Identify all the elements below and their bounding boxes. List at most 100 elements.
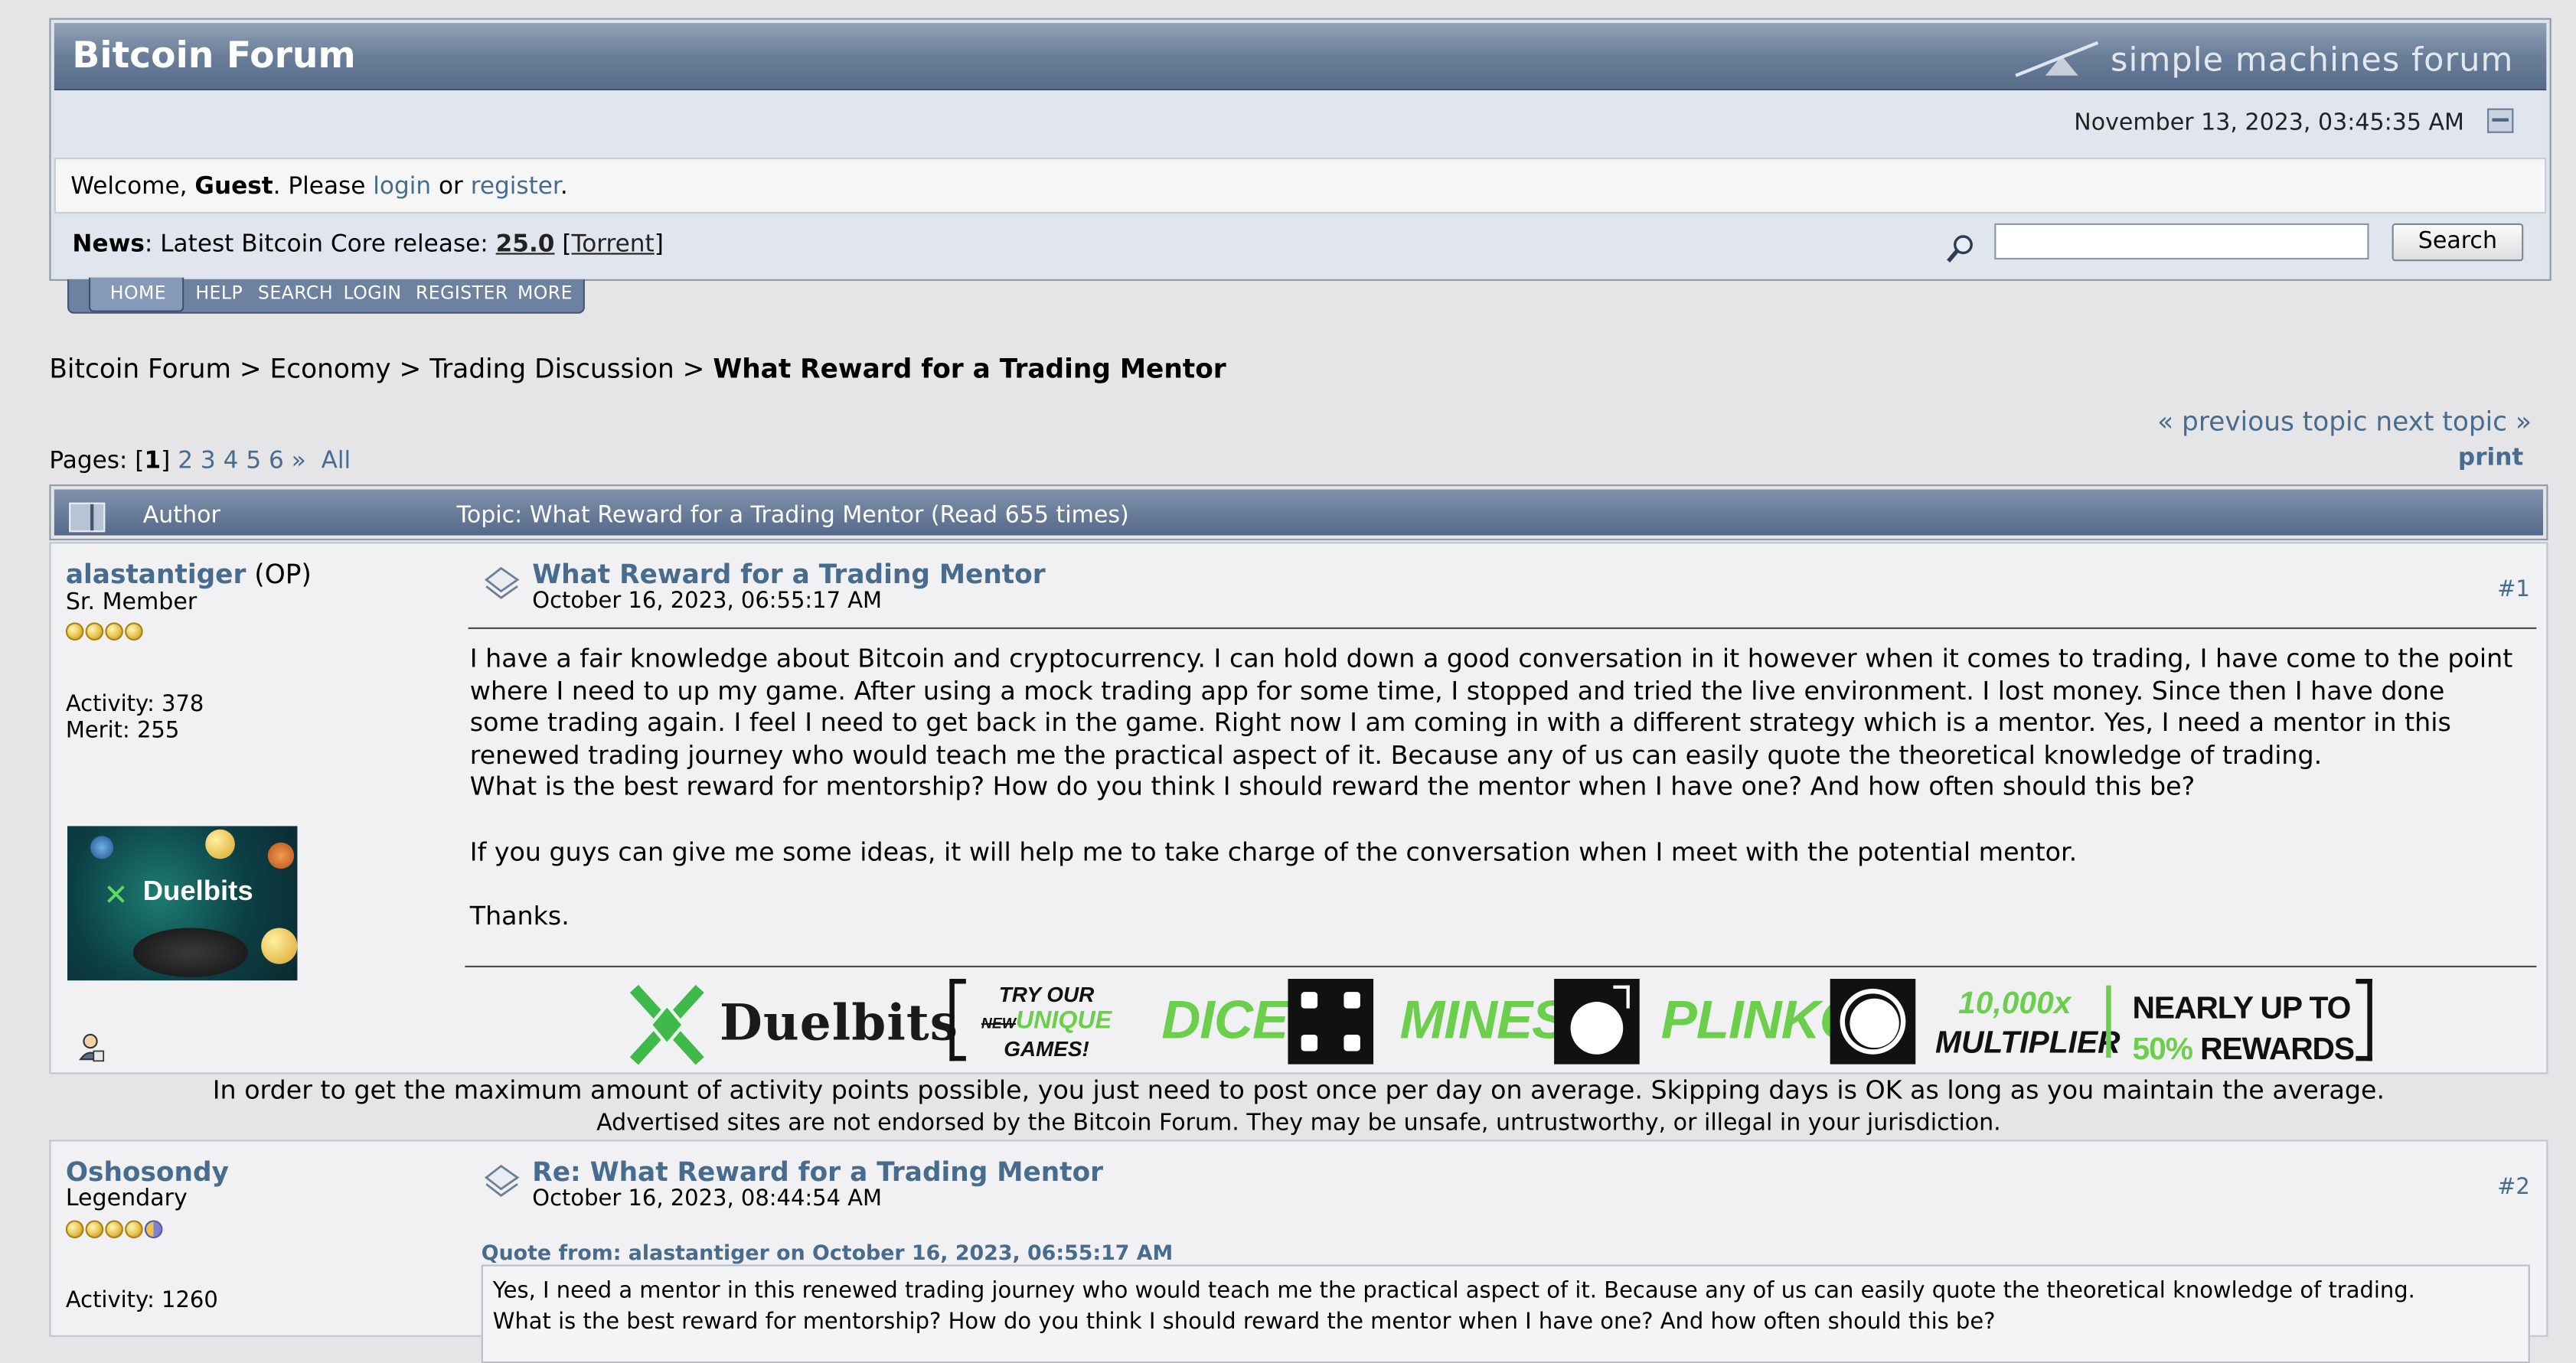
username-link[interactable]: Oshosondy	[66, 1156, 229, 1188]
banner-dice: DICE	[1161, 988, 1288, 1050]
post-date: October 16, 2023, 08:44:54 AM	[532, 1185, 883, 1212]
core-release-link[interactable]: 25.0	[496, 232, 555, 258]
author-column-label: Author	[142, 502, 220, 530]
star-icon	[105, 622, 123, 641]
page-link[interactable]: 2	[178, 448, 193, 474]
current-datetime: November 13, 2023, 03:45:35 AM	[2074, 109, 2464, 137]
news-text: News: Latest Bitcoin Core release: 25.0 …	[72, 231, 664, 258]
current-page: 1	[144, 448, 162, 475]
banner-tagline: TRY OUR NEWUNIQUE GAMES!	[981, 982, 1112, 1061]
breadcrumb-trading[interactable]: Trading Discussion	[429, 353, 674, 384]
welcome-row: Welcome, Guest. Please login or register…	[54, 158, 2547, 214]
page-link[interactable]: 4	[224, 448, 239, 474]
post-body: I have a fair knowledge about Bitcoin an…	[469, 644, 2513, 931]
topic-header-bar: Author Topic: What Reward for a Trading …	[49, 484, 2548, 541]
duelbits-logo-icon	[629, 984, 704, 1065]
post-date: October 16, 2023, 06:55:17 AM	[532, 588, 883, 615]
menu-help[interactable]: HELP	[195, 282, 243, 304]
next-topic-link[interactable]: next topic »	[2375, 406, 2532, 437]
smf-logo-icon	[2015, 41, 2099, 77]
post-icon	[484, 566, 520, 599]
dice-icon	[1288, 979, 1374, 1065]
menu-home[interactable]: HOME	[110, 282, 166, 304]
breadcrumb: Bitcoin Forum > Economy > Trading Discus…	[49, 353, 1226, 385]
member-rank: Legendary	[65, 1185, 188, 1212]
star-icon	[65, 1220, 84, 1239]
print-link[interactable]: print	[2458, 445, 2523, 471]
rank-stars	[65, 1215, 165, 1245]
search-input[interactable]	[1994, 223, 2369, 260]
search-icon	[1947, 235, 1973, 262]
banner-brand: Duelbits	[719, 995, 959, 1053]
menu-login[interactable]: LOGIN	[344, 282, 402, 304]
topic-title-label: Topic: What Reward for a Trading Mentor …	[456, 502, 1129, 530]
torrent-link[interactable]: Torrent	[572, 232, 655, 258]
coin-icon	[205, 829, 235, 859]
activity-count: Activity: 378	[65, 691, 204, 718]
rank-stars	[65, 618, 145, 647]
breadcrumb-current[interactable]: What Reward for a Trading Mentor	[713, 353, 1226, 384]
date-row: November 13, 2023, 03:45:35 AM	[54, 92, 2547, 158]
post-number-link[interactable]: #2	[2497, 1174, 2530, 1200]
signature-banner[interactable]: Duelbits TRY OUR NEWUNIQUE GAMES! DICE M…	[628, 979, 2385, 1074]
coin-icon	[267, 842, 295, 869]
forum-header: Bitcoin Forum simple machines forum Nove…	[49, 18, 2552, 281]
coin-icon	[261, 928, 298, 964]
quote-header-link[interactable]: Quote from: alastantiger on October 16, …	[482, 1240, 1173, 1264]
star-icon	[105, 1220, 123, 1239]
plinko-ball-icon	[1830, 979, 1916, 1065]
post: Oshosondy Legendary Activity: 1260 Re: W…	[49, 1140, 2548, 1363]
menu-register[interactable]: REGISTER	[416, 282, 508, 304]
menu-more[interactable]: MORE	[517, 282, 573, 304]
all-pages-link[interactable]: All	[322, 448, 351, 474]
post-number-link[interactable]: #1	[2497, 576, 2530, 602]
coin-icon	[90, 836, 114, 859]
breadcrumb-economy[interactable]: Economy	[270, 353, 391, 384]
collapse-header-icon[interactable]	[2487, 108, 2514, 133]
menu-search[interactable]: SEARCH	[258, 282, 333, 304]
star-icon	[85, 622, 104, 641]
page-link[interactable]: 5	[246, 448, 261, 474]
breadcrumb-forum[interactable]: Bitcoin Forum	[49, 353, 231, 384]
post-icon	[484, 1164, 520, 1198]
forum-title[interactable]: Bitcoin Forum	[72, 36, 355, 77]
star-icon	[125, 622, 143, 641]
page-link[interactable]: 6	[269, 448, 284, 474]
profile-icon[interactable]	[79, 1033, 105, 1063]
banner-rewards: NEARLY UP TO 50% REWARDS	[2132, 992, 2356, 1068]
avatar-text: Duelbits	[142, 875, 253, 907]
star-icon	[65, 622, 84, 641]
welcome-text: Welcome, Guest. Please login or register…	[70, 174, 568, 201]
news-row: News: Latest Bitcoin Core release: 25.0 …	[54, 217, 2547, 276]
banner-mines: MINES	[1399, 988, 1568, 1050]
roulette-icon	[132, 928, 249, 977]
main-menu: HOME HELP SEARCH LOGIN REGISTER MORE	[67, 277, 585, 314]
smf-brand: simple machines forum	[2111, 39, 2514, 80]
member-rank: Sr. Member	[65, 589, 198, 616]
activity-count: Activity: 1260	[65, 1287, 218, 1314]
search-button[interactable]: Search	[2392, 223, 2524, 262]
next-page-link[interactable]: »	[292, 448, 306, 474]
star-icon	[144, 1220, 163, 1239]
activity-notice: In order to get the maximum amount of ac…	[212, 1075, 2385, 1106]
banner-multiplier: 10,000x MULTIPLIER	[1934, 986, 2121, 1061]
topic-nav: « previous topic next topic »	[2157, 406, 2532, 437]
signature-divider	[465, 965, 2537, 967]
login-link[interactable]: login	[373, 174, 431, 200]
ads-disclaimer: Advertised sites are not endorsed by the…	[596, 1110, 2001, 1137]
mine-icon	[1554, 979, 1640, 1065]
topic-icon	[69, 502, 106, 533]
post-title-link[interactable]: What Reward for a Trading Mentor	[532, 559, 1045, 590]
avatar: ✕ Duelbits	[67, 826, 298, 981]
page: Bitcoin Forum simple machines forum Nove…	[0, 0, 2576, 1363]
register-link[interactable]: register	[471, 174, 560, 200]
username-link[interactable]: alastantiger	[66, 559, 246, 590]
star-icon	[125, 1220, 143, 1239]
title-bar: Bitcoin Forum simple machines forum	[54, 23, 2547, 91]
duelbits-logo-icon: ✕	[103, 879, 129, 914]
previous-topic-link[interactable]: « previous topic	[2157, 406, 2367, 437]
post-title-link[interactable]: Re: What Reward for a Trading Mentor	[532, 1156, 1103, 1188]
star-icon	[85, 1220, 104, 1239]
merit-count: Merit: 255	[65, 717, 180, 745]
page-link[interactable]: 3	[201, 448, 216, 474]
